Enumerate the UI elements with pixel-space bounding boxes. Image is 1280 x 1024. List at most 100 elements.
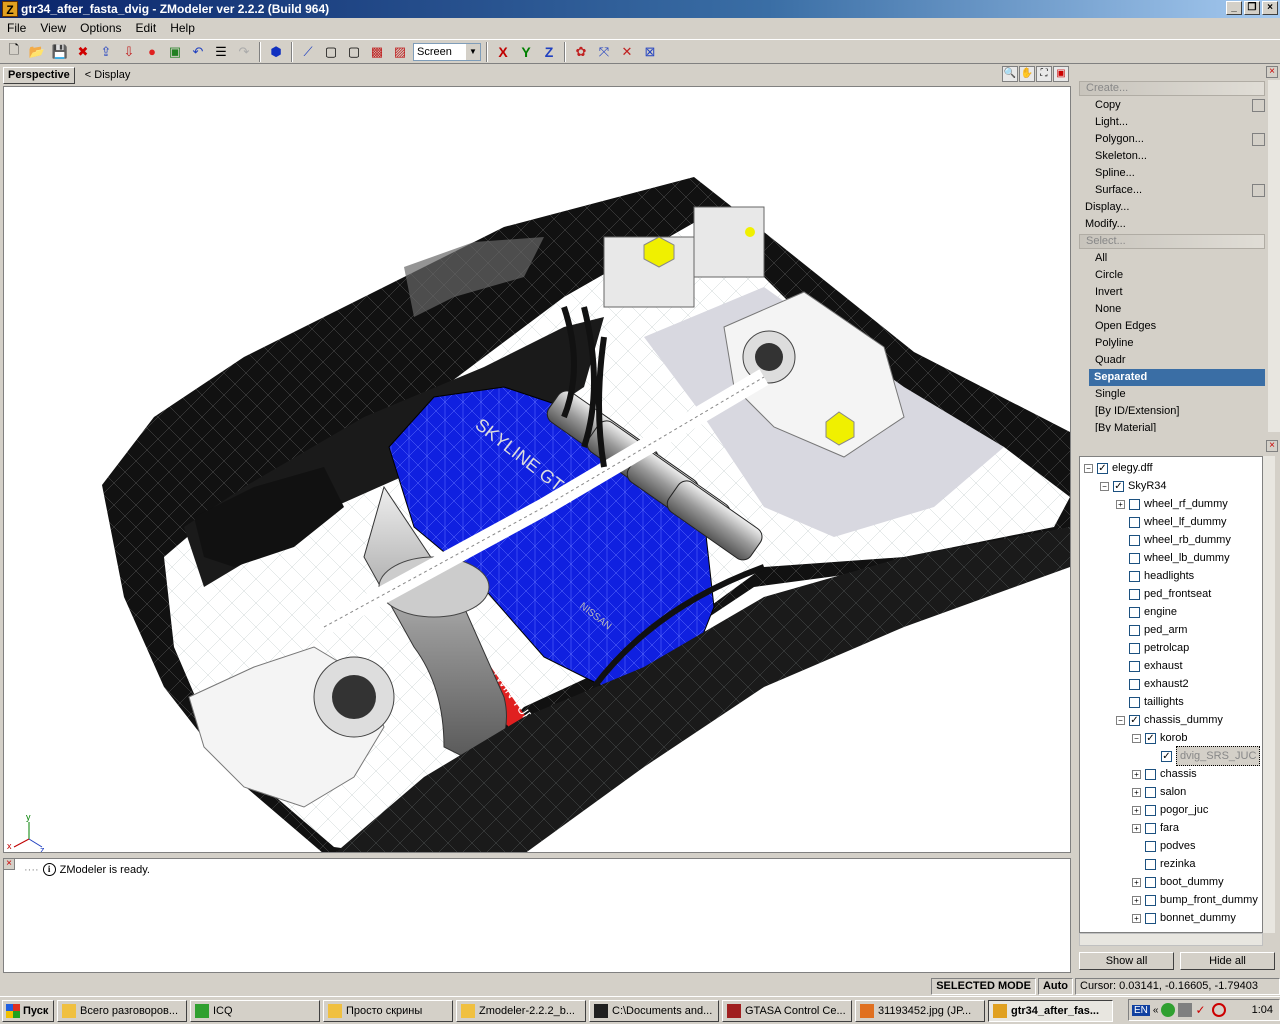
visibility-checkbox[interactable] [1145,858,1156,870]
redo-icon[interactable]: ↷ [234,42,254,62]
expand-icon[interactable]: + [1132,805,1141,815]
collapse-icon[interactable]: − [1132,733,1141,743]
record-icon[interactable]: ● [142,42,162,62]
expand-icon[interactable]: + [1132,823,1141,833]
visibility-checkbox[interactable]: ✓ [1097,462,1108,474]
save-icon[interactable]: 💾 [50,42,70,62]
tree-node[interactable]: + boot_dummy [1132,873,1224,891]
visibility-checkbox[interactable] [1145,876,1156,888]
open-file-icon[interactable]: 📂 [27,42,47,62]
tree-node[interactable]: + wheel_rf_dummy [1116,495,1228,513]
visibility-checkbox[interactable] [1145,804,1156,816]
menu-item-option-box[interactable] [1252,99,1265,112]
expand-icon[interactable]: + [1132,877,1141,887]
shield-icon[interactable]: ⬢ [266,42,286,62]
visibility-checkbox[interactable] [1145,786,1156,798]
tree-node[interactable]: + chassis [1132,765,1197,783]
tree-node[interactable]: + bonnet_dummy [1132,909,1236,927]
transform-icon[interactable]: ⤧ [594,42,614,62]
visibility-checkbox[interactable] [1129,570,1140,582]
log-close-icon[interactable]: × [3,858,15,870]
command-menu-item[interactable]: All [1079,250,1265,267]
expand-icon[interactable]: + [1116,499,1125,509]
command-menu-item[interactable]: [By ID/Extension] [1079,403,1265,420]
tree-node[interactable]: engine [1116,603,1177,621]
menu-edit[interactable]: Edit [129,21,164,35]
menu-scrollbar[interactable] [1268,80,1280,432]
tree-node[interactable]: ped_frontseat [1116,585,1211,603]
command-menu-item[interactable]: Circle [1079,267,1265,284]
visibility-checkbox[interactable] [1129,498,1140,510]
tree-node[interactable]: exhaust [1116,657,1183,675]
tree-node[interactable]: − ✓ SkyR34 [1100,477,1167,495]
command-menu-item[interactable]: Create... [1079,81,1265,96]
command-menu-item[interactable]: Spline... [1079,165,1265,182]
import-icon[interactable]: ⇪ [96,42,116,62]
select-cube2-icon[interactable]: ▢ [344,42,364,62]
command-menu-item[interactable]: Light... [1079,114,1265,131]
axis-x-toggle[interactable]: X [493,42,513,62]
visibility-checkbox[interactable] [1129,624,1140,636]
maximize-viewport-icon[interactable]: ▣ [1053,66,1069,82]
menu-view[interactable]: View [33,21,73,35]
axis-y-toggle[interactable]: Y [516,42,536,62]
command-menu-item[interactable]: Single [1079,386,1265,403]
command-menu-item[interactable]: Quadr [1079,352,1265,369]
tree-node[interactable]: − ✓ chassis_dummy [1116,711,1223,729]
taskbar-button[interactable]: ICQ [190,999,320,1022]
undo-icon[interactable]: ↶ [188,42,208,62]
paint-icon[interactable]: ✿ [571,42,591,62]
3d-viewport[interactable]: SKYLINE GT-R NISSAN TWIN TURBO y x z [3,86,1071,853]
visibility-checkbox[interactable] [1129,516,1140,528]
select-cube-icon[interactable]: ▢ [321,42,341,62]
hide-all-button[interactable]: Hide all [1180,952,1275,970]
collapse-icon[interactable]: − [1100,481,1109,491]
visibility-checkbox[interactable] [1145,840,1156,852]
command-menu-item[interactable]: Skeleton... [1079,148,1265,165]
tree-node[interactable]: − ✓ korob [1132,729,1188,747]
icq-tray-icon[interactable] [1161,1003,1176,1017]
command-menu-item[interactable]: Modify... [1079,216,1265,233]
tree-node[interactable]: ✓ dvig_SRS_JUC [1148,746,1261,766]
menu-file[interactable]: File [0,21,33,35]
expand-icon[interactable]: + [1132,913,1141,923]
menu-panel-close-icon[interactable]: × [1266,66,1278,78]
tree-node[interactable]: − ✓ elegy.dff [1084,459,1153,477]
zoom-icon[interactable]: 🔍 [1002,66,1018,82]
network-tray-icon[interactable] [1178,1003,1193,1017]
taskbar-button[interactable]: Просто скрины [323,999,453,1022]
visibility-checkbox[interactable]: ✓ [1129,714,1140,726]
visibility-checkbox[interactable]: ✓ [1145,732,1156,744]
visibility-checkbox[interactable]: ✓ [1113,480,1124,492]
tray-arrow-icon[interactable]: « [1153,1005,1159,1016]
command-menu-item[interactable]: Surface... [1079,182,1265,199]
language-indicator[interactable]: EN [1132,1004,1150,1016]
close-button[interactable]: × [1262,1,1278,15]
tree-node[interactable]: wheel_lf_dummy [1116,513,1227,531]
viewport-tab-perspective[interactable]: Perspective [3,66,75,84]
menu-options[interactable]: Options [73,21,128,35]
command-menu-item[interactable]: Polyline [1079,335,1265,352]
visibility-checkbox[interactable]: ✓ [1161,750,1172,762]
tree-horizontal-scrollbar[interactable] [1079,933,1263,946]
tree-node[interactable]: headlights [1116,567,1194,585]
expand-icon[interactable]: + [1132,895,1141,905]
antivirus-tray-icon[interactable] [1212,1003,1227,1017]
visibility-checkbox[interactable] [1129,552,1140,564]
visibility-checkbox[interactable] [1145,768,1156,780]
taskbar-button[interactable]: GTASA Control Ce... [722,999,852,1022]
check-tray-icon[interactable]: ✓ [1195,1003,1209,1017]
tree-node[interactable]: petrolcap [1116,639,1189,657]
menu-item-option-box[interactable] [1252,184,1265,197]
visibility-checkbox[interactable] [1145,912,1156,924]
tree-node[interactable]: + salon [1132,783,1186,801]
minimize-button[interactable]: _ [1226,1,1242,15]
zmodeler-app-icon[interactable]: Z [2,1,18,17]
restore-button[interactable]: ❐ [1244,1,1260,15]
select-cube4-icon[interactable]: ▨ [390,42,410,62]
properties-icon[interactable]: ☰ [211,42,231,62]
visibility-checkbox[interactable] [1129,696,1140,708]
select-cube3-icon[interactable]: ▩ [367,42,387,62]
command-menu-item[interactable]: Select... [1079,234,1265,249]
taskbar-button[interactable]: gtr34_after_fas... [988,999,1113,1022]
